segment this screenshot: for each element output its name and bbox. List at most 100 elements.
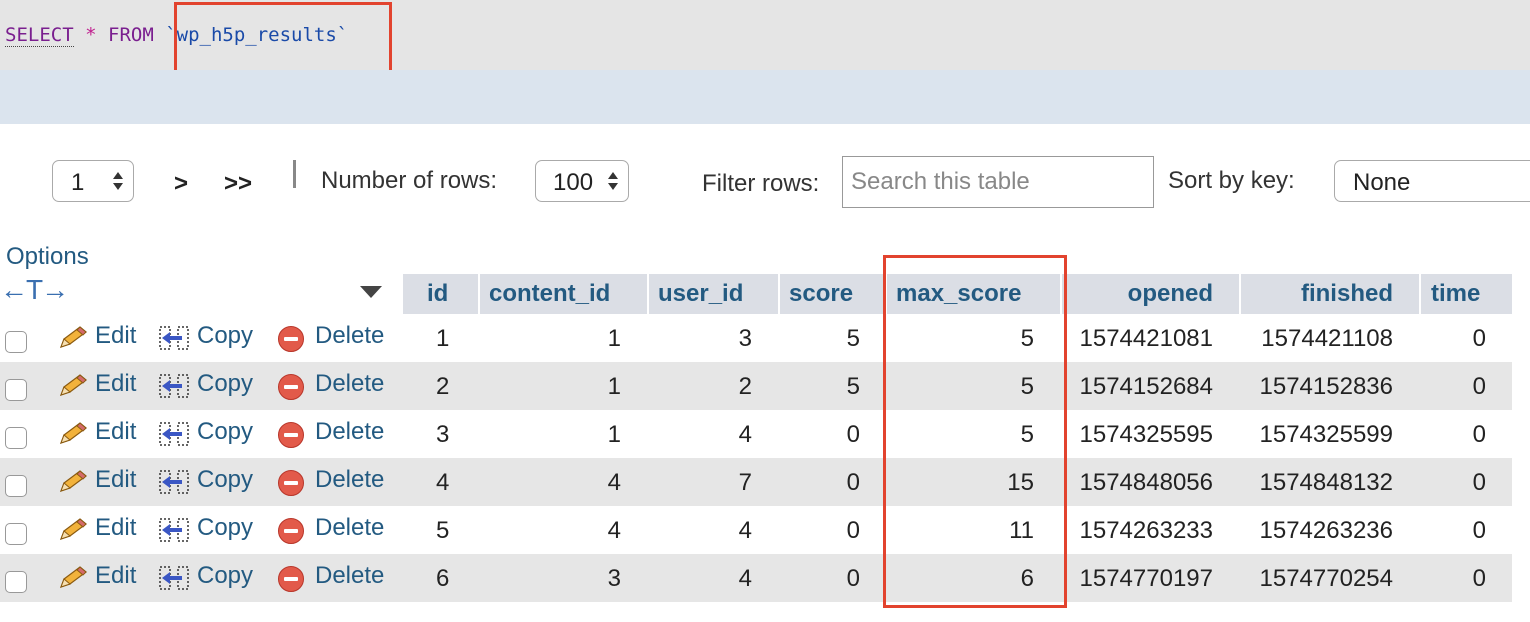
copy-label: Copy <box>197 322 254 349</box>
copy-row-link[interactable]: Copy <box>158 514 253 542</box>
column-header-content-id[interactable]: content_id <box>480 274 647 314</box>
table-row[interactable]: Edit Copy Delete 4 4 7 0 15 1574848056 1574848132… <box>0 458 1512 506</box>
edit-row-link[interactable]: Edit <box>58 466 136 494</box>
copy-label: Copy <box>197 418 254 445</box>
column-header-id[interactable]: id <box>403 274 478 314</box>
cell-user-id: 2 <box>738 373 752 400</box>
edit-label: Edit <box>95 370 137 397</box>
copy-row-link[interactable]: Copy <box>158 466 253 494</box>
row-checkbox[interactable] <box>5 523 27 545</box>
table-name-highlight-box <box>174 2 392 76</box>
cell-finished: 1574848132 <box>1259 469 1393 496</box>
table-row[interactable]: Edit Copy Delete 1 1 3 5 5 1574421081 1574421108 0 <box>0 314 1512 362</box>
sql-select-keyword: SELECT <box>5 24 74 47</box>
delete-icon <box>278 566 304 592</box>
row-checkbox[interactable] <box>5 475 27 497</box>
table-row-partial <box>0 602 1512 622</box>
cell-finished: 1574152836 <box>1259 373 1393 400</box>
filter-rows-input[interactable] <box>842 156 1154 208</box>
page-select[interactable]: 1 <box>52 160 134 202</box>
next-page-button[interactable]: > <box>174 170 188 198</box>
copy-icon <box>159 326 189 350</box>
dropdown-triangle-icon[interactable] <box>360 286 382 298</box>
rows-per-page-select[interactable]: 100 <box>535 160 629 202</box>
edit-row-link[interactable]: Edit <box>58 418 136 446</box>
copy-icon <box>159 566 189 590</box>
cell-opened: 1574848056 <box>1079 469 1213 496</box>
table-row[interactable]: Edit Copy Delete 3 1 4 0 5 1574325595 1574325599 0 <box>0 410 1512 458</box>
delete-label: Delete <box>315 562 385 589</box>
cell-opened: 1574770197 <box>1079 565 1213 592</box>
cell-time: 0 <box>1472 469 1486 496</box>
cell-id: 2 <box>436 373 450 400</box>
delete-row-link[interactable]: Delete <box>278 418 384 448</box>
copy-icon <box>159 470 189 494</box>
delete-icon <box>278 518 304 544</box>
copy-label: Copy <box>197 514 254 541</box>
sql-toolbar-strip <box>0 70 1530 124</box>
copy-label: Copy <box>197 562 254 589</box>
last-page-button[interactable]: >> <box>224 170 252 198</box>
copy-row-link[interactable]: Copy <box>158 370 253 398</box>
copy-icon <box>159 422 189 446</box>
delete-row-link[interactable]: Delete <box>278 562 385 592</box>
cell-score: 5 <box>846 373 860 400</box>
delete-row-link[interactable]: Delete <box>278 514 385 544</box>
cell-score: 0 <box>846 517 860 544</box>
delete-label: Delete <box>315 370 385 397</box>
delete-row-link[interactable]: Delete <box>278 322 384 352</box>
page-select-value: 1 <box>71 169 85 196</box>
rows-label: Number of rows: <box>321 167 498 194</box>
stepper-arrows-icon <box>113 172 123 190</box>
row-checkbox[interactable] <box>5 331 27 353</box>
delete-icon <box>278 374 304 400</box>
edit-row-link[interactable]: Edit <box>58 322 136 350</box>
cell-id: 4 <box>436 469 450 496</box>
delete-row-link[interactable]: Delete <box>278 370 385 400</box>
column-resize-arrows-icon[interactable]: ←T→ <box>0 274 69 306</box>
delete-icon <box>278 422 304 448</box>
edit-row-link[interactable]: Edit <box>58 370 136 398</box>
row-checkbox[interactable] <box>5 427 27 449</box>
cell-id: 1 <box>436 325 450 352</box>
pencil-icon <box>59 518 87 540</box>
delete-label: Delete <box>315 514 385 541</box>
cell-score: 0 <box>846 565 860 592</box>
table-row[interactable]: Edit Copy Delete 5 4 4 0 11 1574263233 1574263236… <box>0 506 1512 554</box>
pencil-icon <box>59 326 87 348</box>
cell-score: 5 <box>846 325 860 352</box>
edit-row-link[interactable]: Edit <box>58 514 136 542</box>
delete-row-link[interactable]: Delete <box>278 466 384 496</box>
cell-content-id: 3 <box>607 565 621 592</box>
column-header-opened[interactable]: opened <box>1062 274 1239 314</box>
cell-opened: 1574421081 <box>1079 325 1213 352</box>
filter-rows-label: Filter rows: <box>702 170 820 197</box>
table-row[interactable]: Edit Copy Delete 6 3 4 0 6 1574770197 1574770254 0 <box>0 554 1512 602</box>
options-link[interactable]: Options <box>6 243 89 271</box>
copy-row-link[interactable]: Copy <box>158 418 253 446</box>
cell-content-id: 1 <box>607 421 621 448</box>
column-header-score[interactable]: score <box>780 274 885 314</box>
table-row[interactable]: Edit Copy Delete 2 1 2 5 5 1574152684 1574152836 0 <box>0 362 1512 410</box>
copy-label: Copy <box>197 466 254 493</box>
edit-label: Edit <box>95 562 137 589</box>
cell-finished: 1574263236 <box>1259 517 1393 544</box>
cell-id: 6 <box>436 565 450 592</box>
column-header-finished[interactable]: finished <box>1241 274 1419 314</box>
edit-label: Edit <box>95 322 137 349</box>
cell-user-id: 3 <box>738 325 752 352</box>
column-header-user-id[interactable]: user_id <box>649 274 778 314</box>
row-checkbox[interactable] <box>5 571 27 593</box>
cell-content-id: 4 <box>607 517 621 544</box>
copy-row-link[interactable]: Copy <box>158 322 253 350</box>
cell-time: 0 <box>1472 325 1486 352</box>
row-checkbox[interactable] <box>5 379 27 401</box>
delete-icon <box>278 326 304 352</box>
copy-row-link[interactable]: Copy <box>158 562 253 590</box>
column-header-time[interactable]: time <box>1421 274 1512 314</box>
nav-separator <box>293 160 296 188</box>
sort-by-key-select[interactable]: None <box>1334 160 1530 202</box>
edit-row-link[interactable]: Edit <box>58 562 136 590</box>
cell-user-id: 4 <box>738 421 752 448</box>
sort-by-key-label: Sort by key: <box>1168 167 1295 194</box>
